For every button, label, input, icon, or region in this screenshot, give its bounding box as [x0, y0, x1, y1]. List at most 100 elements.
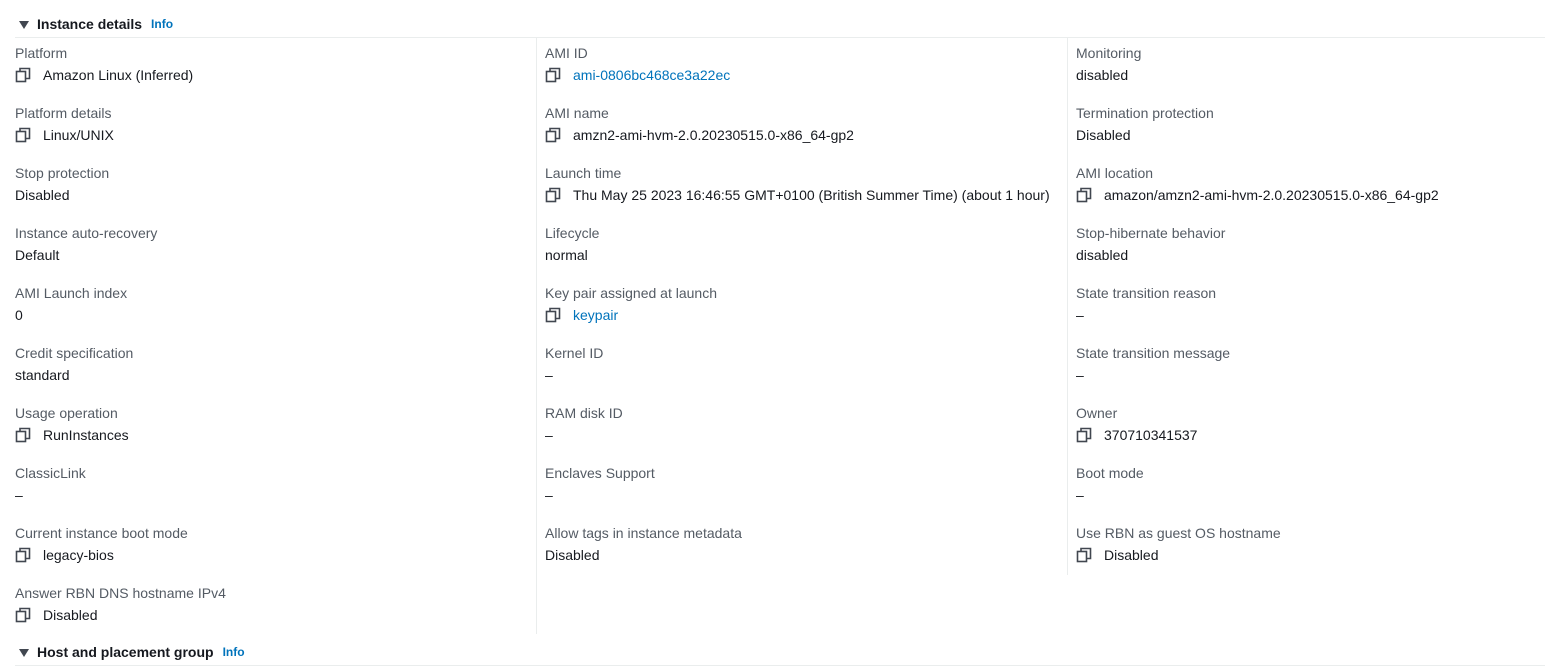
field-instance-auto-recovery: Instance auto-recovery Default — [15, 218, 535, 278]
copy-icon[interactable] — [15, 127, 31, 143]
field-value: amzn2-ami-hvm-2.0.20230515.0-x86_64-gp2 — [545, 127, 854, 143]
field-label: Monitoring — [1076, 45, 1142, 61]
info-link[interactable]: Info — [151, 17, 173, 31]
value-text: 0 — [15, 307, 23, 323]
field-state-transition-reason: State transition reason – — [1076, 278, 1541, 338]
value-text: amazon/amzn2-ami-hvm-2.0.20230515.0-x86_… — [1104, 187, 1439, 203]
field-platform-details: Platform details Linux/UNIX — [15, 98, 535, 158]
value-text: legacy-bios — [43, 547, 114, 563]
field-label: Lifecycle — [545, 225, 600, 241]
field-value: Disabled — [15, 187, 69, 203]
copy-icon[interactable] — [15, 427, 31, 443]
copy-icon[interactable] — [545, 127, 561, 143]
copy-icon[interactable] — [545, 187, 561, 203]
field-label: Credit specification — [15, 345, 134, 361]
field-value: Linux/UNIX — [15, 127, 114, 143]
caret-down-icon[interactable] — [19, 648, 29, 657]
value-text: disabled — [1076, 247, 1129, 263]
value-text: 370710341537 — [1104, 427, 1198, 443]
field-allow-tags-in-instance-metadata: Allow tags in instance metadata Disabled — [545, 518, 1065, 578]
value-text: Amazon Linux (Inferred) — [43, 67, 194, 83]
caret-down-icon[interactable] — [19, 20, 29, 29]
field-value: legacy-bios — [15, 547, 114, 563]
field-label: Stop protection — [15, 165, 110, 181]
field-value: disabled — [1076, 67, 1128, 83]
field-value: RunInstances — [15, 427, 129, 443]
copy-icon[interactable] — [15, 67, 31, 83]
value-text: Disabled — [43, 607, 98, 623]
column-divider — [536, 38, 537, 634]
field-ami-launch-index: AMI Launch index 0 — [15, 278, 535, 338]
value-text: standard — [15, 367, 70, 383]
field-answer-rbn-dns-hostname-ipv4: Answer RBN DNS hostname IPv4 Disabled — [15, 578, 535, 638]
field-usage-operation: Usage operation RunInstances — [15, 398, 535, 458]
copy-icon[interactable] — [15, 607, 31, 623]
field-value: disabled — [1076, 247, 1128, 263]
field-label: AMI ID — [545, 45, 588, 61]
copy-icon[interactable] — [1076, 187, 1092, 203]
copy-icon[interactable] — [15, 547, 31, 563]
field-value[interactable]: keypair — [545, 307, 618, 323]
value-text: Linux/UNIX — [43, 127, 114, 143]
value-text: RunInstances — [43, 427, 129, 443]
field-value: Disabled — [545, 547, 599, 563]
field-value: – — [15, 487, 23, 503]
field-termination-protection: Termination protection Disabled — [1076, 98, 1541, 158]
field-value: Disabled — [15, 607, 97, 623]
value-text: – — [1076, 487, 1084, 503]
value-text: disabled — [1076, 67, 1129, 83]
field-label: Platform details — [15, 105, 112, 121]
field-value: 370710341537 — [1076, 427, 1197, 443]
field-value: Default — [15, 247, 59, 263]
field-label: Usage operation — [15, 405, 118, 421]
details-column-1: Platform Amazon Linux (Inferred) Platform … — [15, 38, 535, 638]
field-label: Use RBN as guest OS hostname — [1076, 525, 1281, 541]
instance-details-header[interactable]: Instance details Info — [19, 12, 173, 36]
field-label: Instance auto-recovery — [15, 225, 158, 241]
field-label: Allow tags in instance metadata — [545, 525, 742, 541]
field-use-rbn-as-guest-os-hostname: Use RBN as guest OS hostname Disabled — [1076, 518, 1541, 578]
field-value[interactable]: ami-0806bc468ce3a22ec — [545, 67, 730, 83]
field-credit-specification: Credit specification standard — [15, 338, 535, 398]
field-value: – — [1076, 307, 1084, 323]
field-ami-id: AMI ID ami-0806bc468ce3a22ec — [545, 38, 1065, 98]
field-stop-hibernate-behavior: Stop-hibernate behavior disabled — [1076, 218, 1541, 278]
copy-icon[interactable] — [545, 67, 561, 83]
field-label: Current instance boot mode — [15, 525, 188, 541]
field-value: – — [1076, 367, 1084, 383]
copy-icon[interactable] — [545, 307, 561, 323]
field-value: – — [545, 427, 553, 443]
copy-icon[interactable] — [1076, 427, 1092, 443]
info-link[interactable]: Info — [223, 645, 245, 659]
value-text: – — [545, 367, 553, 383]
field-label: AMI location — [1076, 165, 1154, 181]
field-label: RAM disk ID — [545, 405, 623, 421]
section-title: Host and placement group — [37, 644, 214, 660]
field-owner: Owner 370710341537 — [1076, 398, 1541, 458]
value-text: – — [1076, 307, 1084, 323]
value-link[interactable]: keypair — [573, 307, 618, 323]
value-link[interactable]: ami-0806bc468ce3a22ec — [573, 67, 730, 83]
value-text: Disabled — [545, 547, 600, 563]
copy-icon[interactable] — [1076, 547, 1092, 563]
value-text: – — [15, 487, 23, 503]
value-text: – — [545, 427, 553, 443]
field-ram-disk-id: RAM disk ID – — [545, 398, 1065, 458]
field-stop-protection: Stop protection Disabled — [15, 158, 535, 218]
field-ami-location: AMI location amazon/amzn2-ami-hvm-2.0.202… — [1076, 158, 1541, 218]
field-label: Launch time — [545, 165, 622, 181]
field-enclaves-support: Enclaves Support – — [545, 458, 1065, 518]
field-label: State transition message — [1076, 345, 1231, 361]
field-label: Owner — [1076, 405, 1118, 421]
field-label: Enclaves Support — [545, 465, 655, 481]
field-value: Thu May 25 2023 16:46:55 GMT+0100 (Briti… — [545, 187, 1050, 203]
host-placement-header[interactable]: Host and placement group Info — [19, 640, 245, 664]
value-text: Disabled — [1076, 127, 1131, 143]
value-text: – — [545, 487, 553, 503]
field-value: – — [545, 487, 553, 503]
field-launch-time: Launch time Thu May 25 2023 16:46:55 GMT+… — [545, 158, 1065, 218]
field-value: normal — [545, 247, 588, 263]
field-value: Disabled — [1076, 547, 1158, 563]
field-label: AMI name — [545, 105, 609, 121]
field-platform: Platform Amazon Linux (Inferred) — [15, 38, 535, 98]
